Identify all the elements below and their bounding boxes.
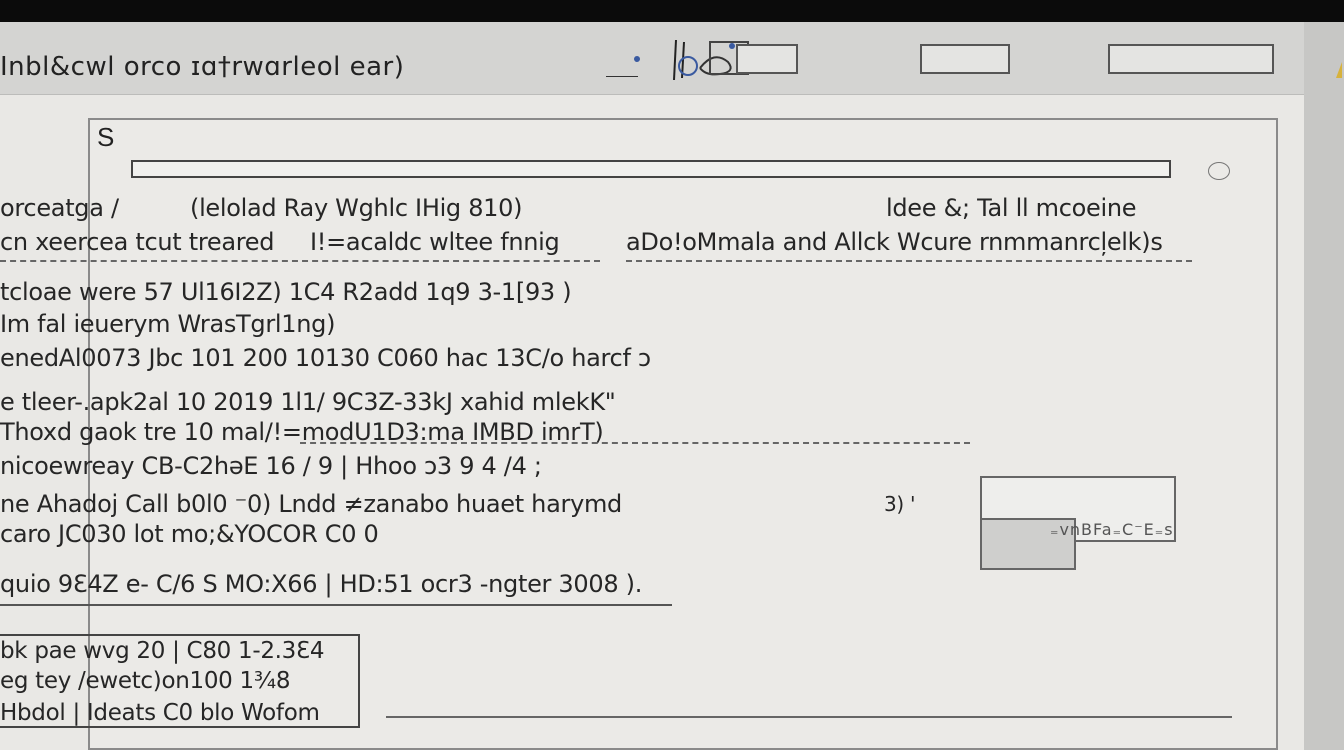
- info-line: Hbdol | Ideats C0 blo Wofom: [0, 700, 320, 726]
- side-note: 3) ': [884, 492, 916, 516]
- list-item: caro JC030 lot mo;&YOCOR C0 0: [0, 520, 379, 548]
- header-left: orceatga /: [0, 194, 119, 222]
- horizontal-scrollbar[interactable]: [131, 160, 1171, 178]
- divider-dashed-3: [300, 442, 970, 444]
- toolbar-divider: [606, 76, 638, 77]
- divider-dashed-1: [0, 260, 600, 262]
- list-item: ne Ahadoj Call b0l0 ⁻0) Lndd ≠zanabo hua…: [0, 490, 622, 518]
- list-item: enedAl0073 Jbc 101 200 10130 C060 hac 13…: [0, 344, 651, 372]
- header-right: ldee &; Tal ll mcoeine: [886, 194, 1137, 222]
- status-dot-icon: [634, 56, 640, 62]
- bottom-divider: [386, 716, 1232, 718]
- list-item: e tleer-.apk2al 10 2019 1l1/ 9C3Z-33kJ x…: [0, 388, 616, 416]
- window-title: Inbl&cwl orco ɪɑ†rwɑrleol ear): [0, 52, 405, 82]
- info-line: eg tey /ewetc)on100 1¾8: [0, 668, 291, 694]
- window-edge: [1304, 22, 1344, 750]
- thumbnail-caption: ₌vnBFa₌C⁻E₌s: [1050, 520, 1174, 539]
- header-center: (lelolad Ray Wghlc IHig 810): [190, 194, 523, 222]
- title-bar: Inbl&cwl orco ɪɑ†rwɑrleol ear): [0, 22, 1304, 95]
- footer-underline: [0, 604, 672, 606]
- toolbar-field-3[interactable]: [1108, 44, 1274, 74]
- divider-dashed-2: [626, 260, 1192, 262]
- corner-accent-icon: [1336, 62, 1342, 78]
- subheader-right: aDo!oMmala and Allck Wcure rnmmanrcļelk)…: [626, 228, 1163, 256]
- list-item: Im fal ieuerym WrasTgrl1ng): [0, 310, 336, 338]
- panel-glyph: S: [97, 122, 115, 152]
- info-line: bk pae wvg 20 | C80 1-2.3Ɛ4: [0, 638, 325, 664]
- scroll-end-icon[interactable]: [1208, 162, 1230, 180]
- subheader-left: cn xeercea tcut treared: [0, 228, 275, 256]
- list-item: nicoewreay CB-C2hǝE 16 / 9 | Hhoo ɔ3 9 4…: [0, 452, 542, 480]
- footer-line: quio 9Ɛ4Z e- C/6 S MO:X66 | HD:51 ocr3 -…: [0, 570, 643, 598]
- list-item: tcloae were 57 Ul16I2Z) 1C4 R2add 1q9 3-…: [0, 278, 572, 306]
- subheader-mid: I!=acaldc wltee fnnig: [310, 228, 560, 256]
- toolbar-field-2[interactable]: [920, 44, 1010, 74]
- app-window: Inbl&cwl orco ɪɑ†rwɑrleol ear) S orceatg…: [0, 22, 1344, 750]
- toolbar-field-1[interactable]: [736, 44, 798, 74]
